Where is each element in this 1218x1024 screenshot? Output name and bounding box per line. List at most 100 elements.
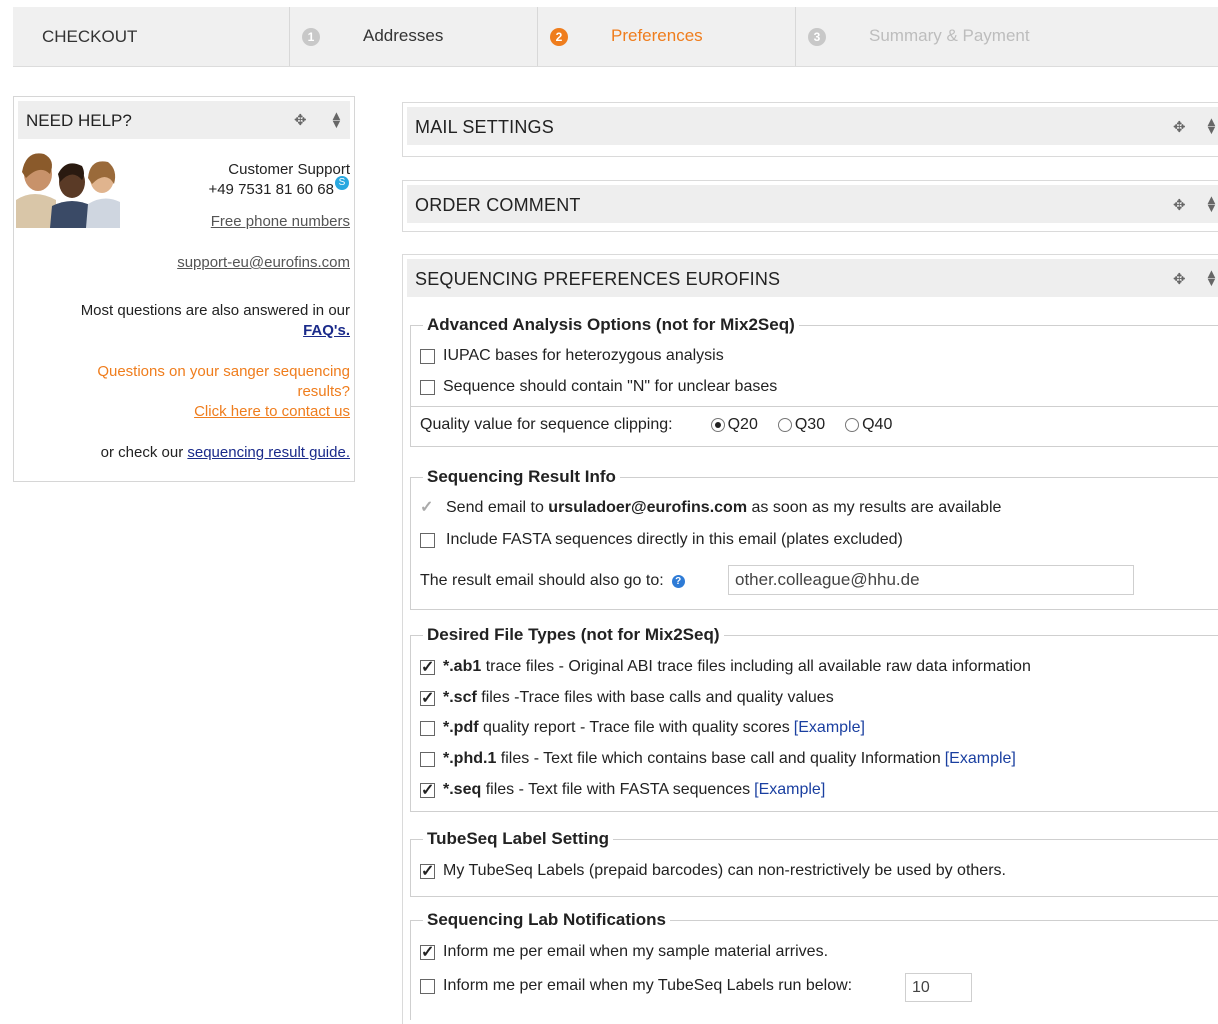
fieldset-legend: Sequencing Lab Notifications xyxy=(423,910,670,930)
sort-arrows-icon[interactable]: ▲ ▼ xyxy=(1205,115,1218,136)
option-label: Sequence should contain "N" for unclear … xyxy=(443,378,778,395)
pdf-option[interactable]: *.pdf quality report - Trace file with q… xyxy=(420,719,865,737)
phd-option[interactable]: *.phd.1 files - Text file which contains… xyxy=(420,750,1016,768)
n-unclear-option[interactable]: Sequence should contain "N" for unclear … xyxy=(420,378,777,396)
iupac-checkbox[interactable] xyxy=(420,348,435,364)
option-label: Inform me per email when my sample mater… xyxy=(443,943,829,960)
step-preferences[interactable]: 2 Preferences xyxy=(538,7,796,66)
scf-option[interactable]: *.scf files -Trace files with base calls… xyxy=(420,688,834,708)
q30-radio[interactable] xyxy=(777,418,792,432)
q30-label: Q30 xyxy=(794,416,826,433)
faq-text: Most questions are also answered in our xyxy=(80,302,350,319)
step-number-icon: 1 xyxy=(302,28,320,46)
quality-label: Quality value for sequence clipping: xyxy=(420,416,673,433)
faq-link[interactable]: FAQ's. xyxy=(303,322,350,339)
step-label: Addresses xyxy=(363,26,444,45)
pdf-example-link[interactable]: [Example] xyxy=(794,719,865,737)
option-label: My TubeSeq Labels (prepaid barcodes) can… xyxy=(443,862,1006,879)
file-desc: quality report - Trace file with quality… xyxy=(483,719,790,736)
sample-arrives-option[interactable]: Inform me per email when my sample mater… xyxy=(420,942,829,962)
support-team-photo xyxy=(16,144,120,228)
panel-header[interactable]: ORDER COMMENT ✥ ▲ ▼ xyxy=(407,185,1218,223)
fieldset-legend: Sequencing Result Info xyxy=(423,467,620,487)
step-label: Preferences xyxy=(611,26,703,45)
checkout-title: CHECKOUT xyxy=(13,7,290,66)
file-desc: trace files - Original ABI trace files i… xyxy=(485,658,1031,675)
lab-notifications-fieldset: Sequencing Lab Notifications Inform me p… xyxy=(410,910,1218,1020)
guide-text: or check our xyxy=(100,444,184,461)
step-label: Summary & Payment xyxy=(869,26,1030,45)
contact-us-link[interactable]: Click here to contact us xyxy=(194,403,350,420)
seq-checkbox[interactable] xyxy=(420,780,435,800)
help-header: NEED HELP? ✥ ▲ ▼ xyxy=(18,101,350,139)
panel-title: MAIL SETTINGS xyxy=(415,117,554,137)
labels-threshold-input[interactable] xyxy=(905,973,972,1002)
labels-below-checkbox[interactable] xyxy=(420,978,435,994)
file-desc: files - Text file with FASTA sequences xyxy=(485,781,751,798)
iupac-option[interactable]: IUPAC bases for heterozygous analysis xyxy=(420,347,724,365)
labels-below-option[interactable]: Inform me per email when my TubeSeq Labe… xyxy=(420,977,852,995)
help-box: NEED HELP? ✥ ▲ ▼ Customer Support +49 753… xyxy=(13,96,355,482)
ab1-checkbox[interactable] xyxy=(420,657,435,677)
send-prefix: Send email to xyxy=(446,499,544,516)
q40-radio[interactable] xyxy=(845,418,860,432)
sort-arrows-icon[interactable]: ▲ ▼ xyxy=(330,109,343,130)
file-ext: *.scf xyxy=(443,689,477,706)
panel-header[interactable]: MAIL SETTINGS ✥ ▲ ▼ xyxy=(407,107,1218,145)
send-email-checkbox xyxy=(420,497,435,517)
additional-recipient-input[interactable] xyxy=(728,565,1134,595)
info-icon[interactable]: ? xyxy=(671,574,685,588)
skype-icon[interactable]: S xyxy=(335,176,349,190)
n-unclear-checkbox[interactable] xyxy=(420,379,435,395)
phd-checkbox[interactable] xyxy=(420,751,435,767)
sort-arrows-icon[interactable]: ▲ ▼ xyxy=(1205,267,1218,288)
option-label: Include FASTA sequences directly in this… xyxy=(446,531,903,548)
move-icon[interactable]: ✥ xyxy=(294,111,307,129)
file-ext: *.pdf xyxy=(443,719,479,736)
move-icon[interactable]: ✥ xyxy=(1173,118,1186,136)
sequencing-result-guide-link[interactable]: sequencing result guide. xyxy=(187,444,350,461)
sample-arrives-checkbox[interactable] xyxy=(420,942,435,962)
panel-header[interactable]: SEQUENCING PREFERENCES EUROFINS ✥ ▲ ▼ xyxy=(407,259,1218,297)
tubeseq-checkbox[interactable] xyxy=(420,861,435,881)
file-desc: files -Trace files with base calls and q… xyxy=(481,689,834,706)
tubeseq-fieldset: TubeSeq Label Setting My TubeSeq Labels … xyxy=(410,829,1218,897)
include-fasta-checkbox[interactable] xyxy=(420,532,435,548)
step-addresses[interactable]: 1 Addresses xyxy=(290,7,538,66)
sort-arrows-icon[interactable]: ▲ ▼ xyxy=(1205,193,1218,214)
help-title: NEED HELP? xyxy=(26,111,132,130)
seq-option[interactable]: *.seq files - Text file with FASTA seque… xyxy=(420,780,825,800)
phd-example-link[interactable]: [Example] xyxy=(945,750,1016,768)
user-email: ursuladoer@eurofins.com xyxy=(548,499,748,516)
ab1-option[interactable]: *.ab1 trace files - Original ABI trace f… xyxy=(420,657,1031,677)
file-ext: *.phd.1 xyxy=(443,750,497,767)
additional-recipient-label: The result email should also go to: xyxy=(420,572,664,589)
include-fasta-option[interactable]: Include FASTA sequences directly in this… xyxy=(420,531,903,549)
scf-checkbox[interactable] xyxy=(420,688,435,708)
step-summary-payment: 3 Summary & Payment xyxy=(796,7,1218,66)
support-email-link[interactable]: support-eu@eurofins.com xyxy=(177,254,350,271)
result-guide-line: or check our sequencing result guide. xyxy=(101,444,350,461)
move-icon[interactable]: ✥ xyxy=(1173,270,1186,288)
additional-recipient-row: The result email should also go to: ? xyxy=(420,572,685,590)
option-label: IUPAC bases for heterozygous analysis xyxy=(443,347,724,364)
step-number-icon: 3 xyxy=(808,28,826,46)
tubeseq-option[interactable]: My TubeSeq Labels (prepaid barcodes) can… xyxy=(420,861,1006,881)
pdf-checkbox[interactable] xyxy=(420,720,435,736)
sanger-question-text: Questions on your sanger sequencing xyxy=(97,363,350,380)
mail-settings-panel: MAIL SETTINGS ✥ ▲ ▼ xyxy=(402,102,1218,157)
q20-label: Q20 xyxy=(727,416,758,433)
file-ext: *.ab1 xyxy=(443,658,482,675)
support-title: Customer Support xyxy=(228,161,350,178)
option-label: Inform me per email when my TubeSeq Labe… xyxy=(443,977,853,994)
move-icon[interactable]: ✥ xyxy=(1173,196,1186,214)
q20-radio[interactable] xyxy=(710,418,725,432)
fieldset-legend: Advanced Analysis Options (not for Mix2S… xyxy=(423,315,799,335)
divider xyxy=(411,406,1218,407)
q40-label: Q40 xyxy=(862,416,893,433)
send-suffix: as soon as my results are available xyxy=(751,499,1002,516)
free-phone-numbers-link[interactable]: Free phone numbers xyxy=(211,213,350,230)
seq-example-link[interactable]: [Example] xyxy=(754,781,825,799)
file-types-fieldset: Desired File Types (not for Mix2Seq) *.a… xyxy=(410,625,1218,812)
panel-title: SEQUENCING PREFERENCES EUROFINS xyxy=(415,269,781,289)
